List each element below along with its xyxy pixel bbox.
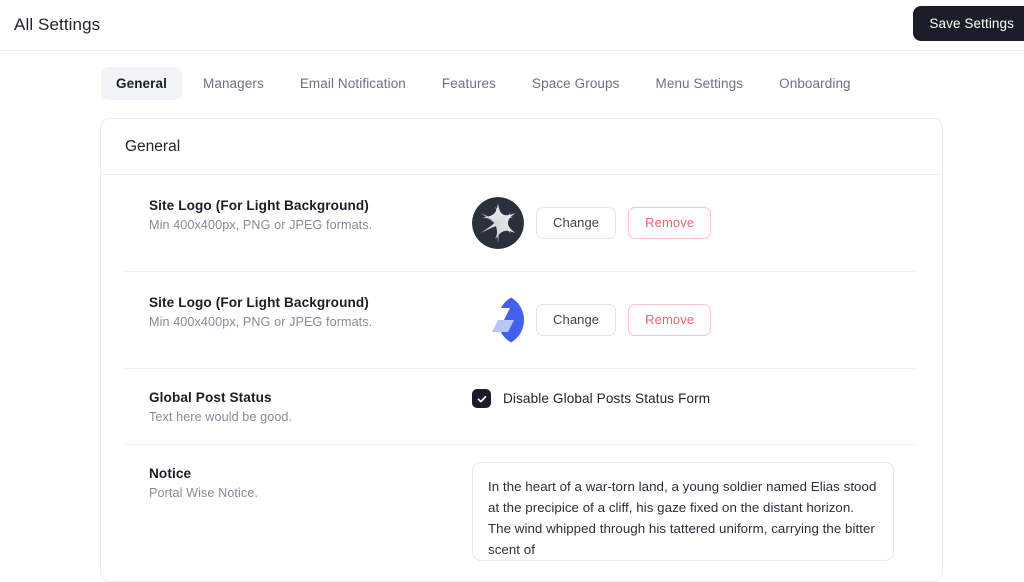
row-label-group: Site Logo (For Light Background) Min 400… bbox=[149, 197, 472, 232]
notice-textarea[interactable]: In the heart of a war-torn land, a young… bbox=[472, 462, 894, 561]
row-subtitle: Min 400x400px, PNG or JPEG formats. bbox=[149, 218, 472, 232]
change-logo-button[interactable]: Change bbox=[536, 207, 616, 239]
tab-onboarding[interactable]: Onboarding bbox=[764, 67, 866, 100]
remove-logo-button[interactable]: Remove bbox=[628, 304, 711, 336]
checkbox-box[interactable] bbox=[472, 389, 491, 408]
row-title: Site Logo (For Light Background) bbox=[149, 198, 472, 213]
tab-features[interactable]: Features bbox=[427, 67, 511, 100]
row-label-group: Notice Portal Wise Notice. bbox=[149, 465, 472, 500]
row-site-logo-2: Site Logo (For Light Background) Min 400… bbox=[125, 271, 918, 368]
page-title: All Settings bbox=[14, 15, 100, 35]
row-title: Site Logo (For Light Background) bbox=[149, 295, 472, 310]
row-title: Global Post Status bbox=[149, 390, 472, 405]
row-control-group: In the heart of a war-torn land, a young… bbox=[472, 465, 894, 561]
tab-email-notification[interactable]: Email Notification bbox=[285, 67, 421, 100]
parallelogram-logo-icon bbox=[472, 294, 524, 346]
disable-global-posts-status-checkbox[interactable]: Disable Global Posts Status Form bbox=[472, 389, 710, 408]
row-control-group: Change Remove bbox=[472, 294, 894, 346]
tab-space-groups[interactable]: Space Groups bbox=[517, 67, 635, 100]
row-label-group: Site Logo (For Light Background) Min 400… bbox=[149, 294, 472, 329]
row-notice: Notice Portal Wise Notice. In the heart … bbox=[125, 444, 918, 581]
save-settings-button[interactable]: Save Settings bbox=[913, 6, 1024, 41]
row-control-group: Change Remove bbox=[472, 197, 894, 249]
change-logo-button[interactable]: Change bbox=[536, 304, 616, 336]
row-subtitle: Text here would be good. bbox=[149, 410, 472, 424]
row-site-logo-1: Site Logo (For Light Background) Min 400… bbox=[125, 175, 918, 271]
row-global-post-status: Global Post Status Text here would be go… bbox=[125, 368, 918, 444]
card-title: General bbox=[125, 138, 918, 156]
row-label-group: Global Post Status Text here would be go… bbox=[149, 389, 472, 424]
tab-menu-settings[interactable]: Menu Settings bbox=[641, 67, 759, 100]
general-settings-card: General Site Logo (For Light Background)… bbox=[100, 118, 943, 582]
check-icon bbox=[476, 393, 488, 405]
tab-general[interactable]: General bbox=[101, 67, 182, 100]
star-logo-icon bbox=[472, 197, 524, 249]
row-control-group: Disable Global Posts Status Form bbox=[472, 389, 894, 408]
settings-tabs: General Managers Email Notification Feat… bbox=[0, 51, 1024, 100]
row-subtitle: Portal Wise Notice. bbox=[149, 486, 472, 500]
top-bar: All Settings Save Settings bbox=[0, 0, 1024, 51]
remove-logo-button[interactable]: Remove bbox=[628, 207, 711, 239]
card-header: General bbox=[101, 119, 942, 175]
row-title: Notice bbox=[149, 466, 472, 481]
row-subtitle: Min 400x400px, PNG or JPEG formats. bbox=[149, 315, 472, 329]
checkbox-label: Disable Global Posts Status Form bbox=[503, 391, 710, 406]
tab-managers[interactable]: Managers bbox=[188, 67, 279, 100]
